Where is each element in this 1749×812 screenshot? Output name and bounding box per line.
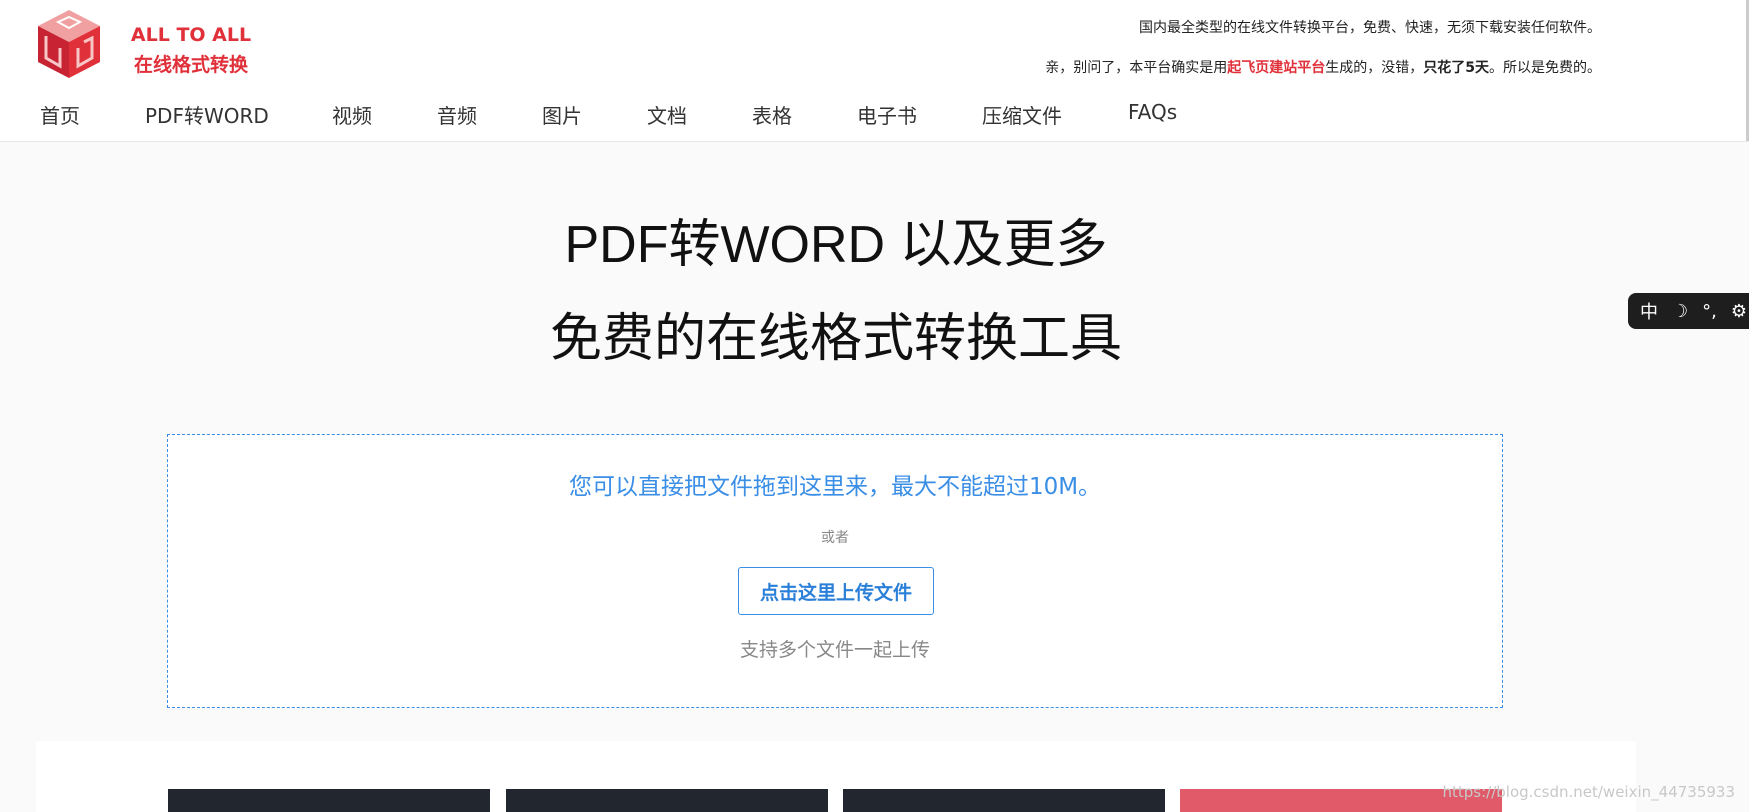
gear-icon[interactable]: ⚙ — [1731, 301, 1747, 322]
notice-line-2-mid: 生成的，没错， — [1325, 60, 1424, 76]
notice-line-2-bold: 只花了5天 — [1423, 60, 1489, 76]
nav-item-home[interactable]: 首页 — [40, 100, 80, 129]
notice-line-2-post: 。所以是免费的。 — [1489, 60, 1601, 76]
punctuation-icon[interactable]: °, — [1702, 301, 1717, 322]
site-header: ALL TO ALL 在线格式转换 国内最全类型的在线文件转换平台，免费、快速，… — [0, 0, 1749, 142]
converter-card[interactable] — [506, 789, 828, 812]
notice-line-2-pre: 亲，别问了，本平台确实是用 — [1045, 60, 1228, 76]
brand-name-cn: 在线格式转换 — [133, 54, 248, 76]
page: ALL TO ALL 在线格式转换 国内最全类型的在线文件转换平台，免费、快速，… — [0, 0, 1749, 812]
hero-subtitle: 免费的在线格式转换工具 — [549, 310, 1122, 368]
nav-item-archive[interactable]: 压缩文件 — [982, 100, 1062, 129]
nav-item-video[interactable]: 视频 — [332, 100, 372, 129]
nav-item-document[interactable]: 文档 — [647, 100, 687, 129]
nav-item-faqs[interactable]: FAQs — [1128, 100, 1177, 124]
file-dropzone[interactable]: 您可以直接把文件拖到这里来，最大不能超过10M。 或者 点击这里上传文件 支持多… — [167, 434, 1503, 708]
nav-item-pdf-to-word[interactable]: PDF转WORD — [145, 100, 269, 129]
nav-item-spreadsheet[interactable]: 表格 — [752, 100, 792, 129]
logo-cube-icon[interactable] — [36, 8, 102, 80]
converter-card[interactable] — [168, 789, 490, 812]
ime-language-toggle[interactable]: 中 — [1640, 298, 1658, 324]
notice-line-2: 亲，别问了，本平台确实是用起飞页建站平台生成的，没错，只花了5天。所以是免费的。 — [1045, 57, 1601, 77]
nav-item-image[interactable]: 图片 — [542, 100, 582, 129]
drag-hint: 您可以直接把文件拖到这里来，最大不能超过10M。 — [568, 474, 1102, 500]
nav-item-ebook[interactable]: 电子书 — [857, 100, 917, 129]
or-separator: 或者 — [821, 530, 849, 546]
nav-item-audio[interactable]: 音频 — [437, 100, 477, 129]
platform-link[interactable]: 起飞页建站平台 — [1227, 60, 1325, 76]
converter-cards — [36, 741, 1636, 812]
brand-name-en: ALL TO ALL — [130, 24, 252, 46]
hero-title: PDF转WORD 以及更多 — [564, 216, 1108, 274]
ime-toolbar[interactable]: 中 ☽ °, ⚙ — [1628, 293, 1749, 329]
upload-file-button[interactable]: 点击这里上传文件 — [738, 567, 934, 615]
multi-upload-hint: 支持多个文件一起上传 — [739, 639, 930, 661]
converter-card[interactable] — [843, 789, 1165, 812]
watermark: https://blog.csdn.net/weixin_44735933 — [1442, 783, 1735, 801]
moon-icon[interactable]: ☽ — [1672, 301, 1688, 322]
notice-line-1: 国内最全类型的在线文件转换平台，免费、快速，无须下载安装任何软件。 — [1139, 20, 1601, 36]
